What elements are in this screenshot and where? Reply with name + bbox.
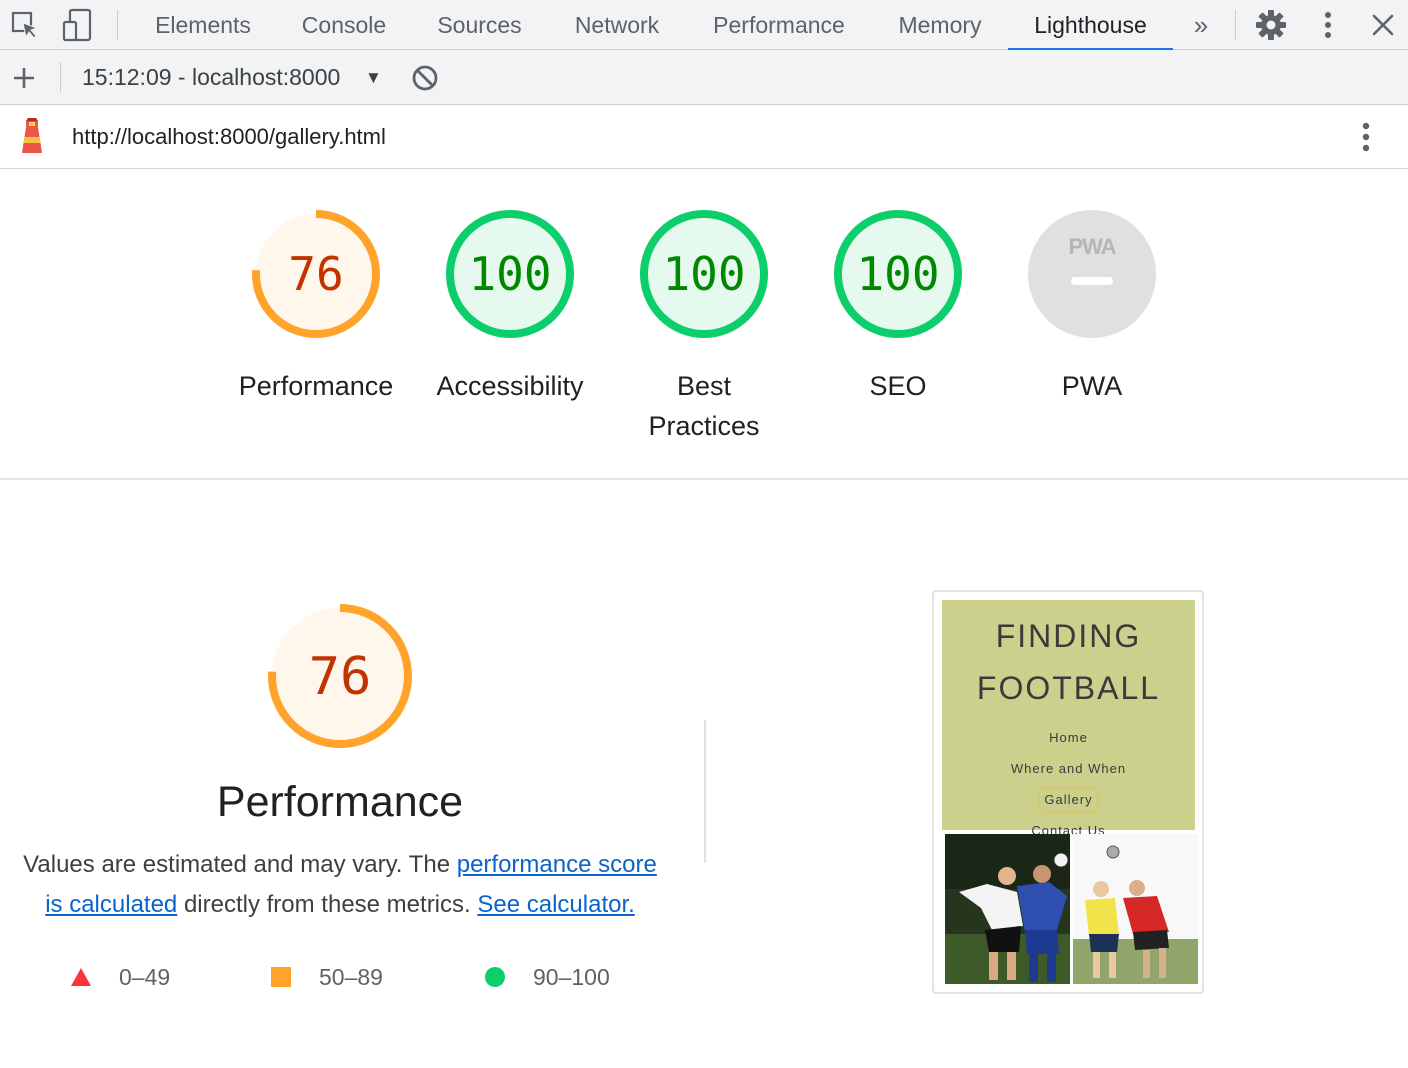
legend-average-range: 50–89 [319, 963, 383, 990]
lighthouse-logo-icon [15, 118, 49, 153]
square-icon [271, 967, 291, 987]
performance-score-large: 76 [309, 647, 372, 707]
performance-heading: Performance [216, 778, 464, 826]
site-title-line-1: FINDING [995, 618, 1142, 654]
gauge-performance-score: 76 [288, 247, 343, 301]
plus-icon[interactable] [7, 61, 41, 95]
tab-performance[interactable]: Performance [709, 0, 849, 50]
gauge-pwa-label: PWA [1061, 371, 1123, 401]
legend-average: 50–89 [271, 962, 383, 992]
desc-middle: directly from these metrics. [177, 891, 478, 918]
desc-prefix: Values are estimated and may vary. The [23, 851, 457, 878]
pwa-logo-icon: PWA [1068, 234, 1116, 259]
gauge-best-practices-ring: 100 [640, 210, 768, 338]
report-url: http://localhost:8000/gallery.html [72, 124, 386, 149]
toolbar-separator [60, 62, 61, 92]
kebab-menu-icon[interactable] [1311, 8, 1345, 42]
site-nav: Home Where and When Gallery Contact Us [942, 722, 1195, 846]
site-nav-item-current: Gallery [1038, 787, 1099, 813]
circle-icon [485, 967, 505, 987]
section-divider [0, 478, 1408, 480]
gauge-seo-ring: 100 [834, 210, 962, 338]
toolbar-separator [117, 10, 118, 40]
gauge-seo-score: 100 [856, 247, 939, 301]
lighthouse-toolbar: 15:12:09 - localhost:8000 ▼ [0, 50, 1408, 105]
triangle-icon [71, 968, 91, 986]
tab-lighthouse[interactable]: Lighthouse [1008, 0, 1173, 51]
site-nav-item: Home [1049, 730, 1088, 745]
na-dash-icon [1071, 277, 1113, 285]
report-url-bar: http://localhost:8000/gallery.html [0, 105, 1408, 169]
gauge-pwa[interactable]: PWA PWA [972, 208, 1212, 406]
tab-console[interactable]: Console [299, 0, 389, 50]
chevrons-more-icon[interactable]: » [1186, 0, 1216, 50]
site-title-line-2: FOOTBALL [976, 670, 1161, 706]
legend-pass-range: 90–100 [533, 963, 610, 990]
gauge-best-practices-score: 100 [662, 247, 745, 301]
gear-icon[interactable] [1254, 8, 1288, 42]
kebab-menu-icon[interactable] [1349, 120, 1383, 154]
gauge-accessibility-ring: 100 [446, 210, 574, 338]
final-screenshot-thumbnail[interactable]: FINDING FOOTBALL Home Where and When Gal… [932, 590, 1204, 994]
tab-elements[interactable]: Elements [153, 0, 253, 50]
see-calculator-link[interactable]: See calculator. [477, 891, 634, 918]
vertical-separator [704, 720, 706, 863]
dropdown-arrow-icon[interactable]: ▼ [365, 50, 382, 105]
tab-memory[interactable]: Memory [895, 0, 985, 50]
gauge-pwa-badge: PWA [1028, 210, 1156, 338]
performance-description: Values are estimated and may vary. The p… [14, 845, 666, 925]
gauge-accessibility-score: 100 [468, 247, 551, 301]
toolbar-separator [1235, 10, 1236, 40]
gauge-performance-ring: 76 [252, 210, 380, 338]
legend-fail: 0–49 [70, 962, 170, 992]
gallery-photo [945, 834, 1070, 984]
report-selector[interactable]: 15:12:09 - localhost:8000 [82, 50, 340, 105]
performance-gauge-large: 76 [268, 604, 412, 748]
label-line-2: Practices [648, 411, 760, 441]
label-line-1: Best [676, 371, 732, 401]
legend-pass: 90–100 [485, 962, 610, 992]
tab-network[interactable]: Network [571, 0, 663, 50]
device-toggle-icon[interactable] [60, 8, 94, 42]
tab-sources[interactable]: Sources [435, 0, 524, 50]
close-icon[interactable] [1366, 8, 1400, 42]
site-title: FINDING FOOTBALL [942, 610, 1195, 714]
site-header: FINDING FOOTBALL Home Where and When Gal… [942, 600, 1195, 838]
site-nav-item: Where and When [1010, 761, 1127, 776]
clear-circle-icon[interactable] [408, 61, 442, 95]
legend-fail-range: 0–49 [119, 963, 171, 990]
inspect-element-icon[interactable] [8, 8, 42, 42]
gallery-photo [1073, 834, 1198, 984]
devtools-tab-bar: Elements Console Sources Network Perform… [0, 0, 1408, 51]
